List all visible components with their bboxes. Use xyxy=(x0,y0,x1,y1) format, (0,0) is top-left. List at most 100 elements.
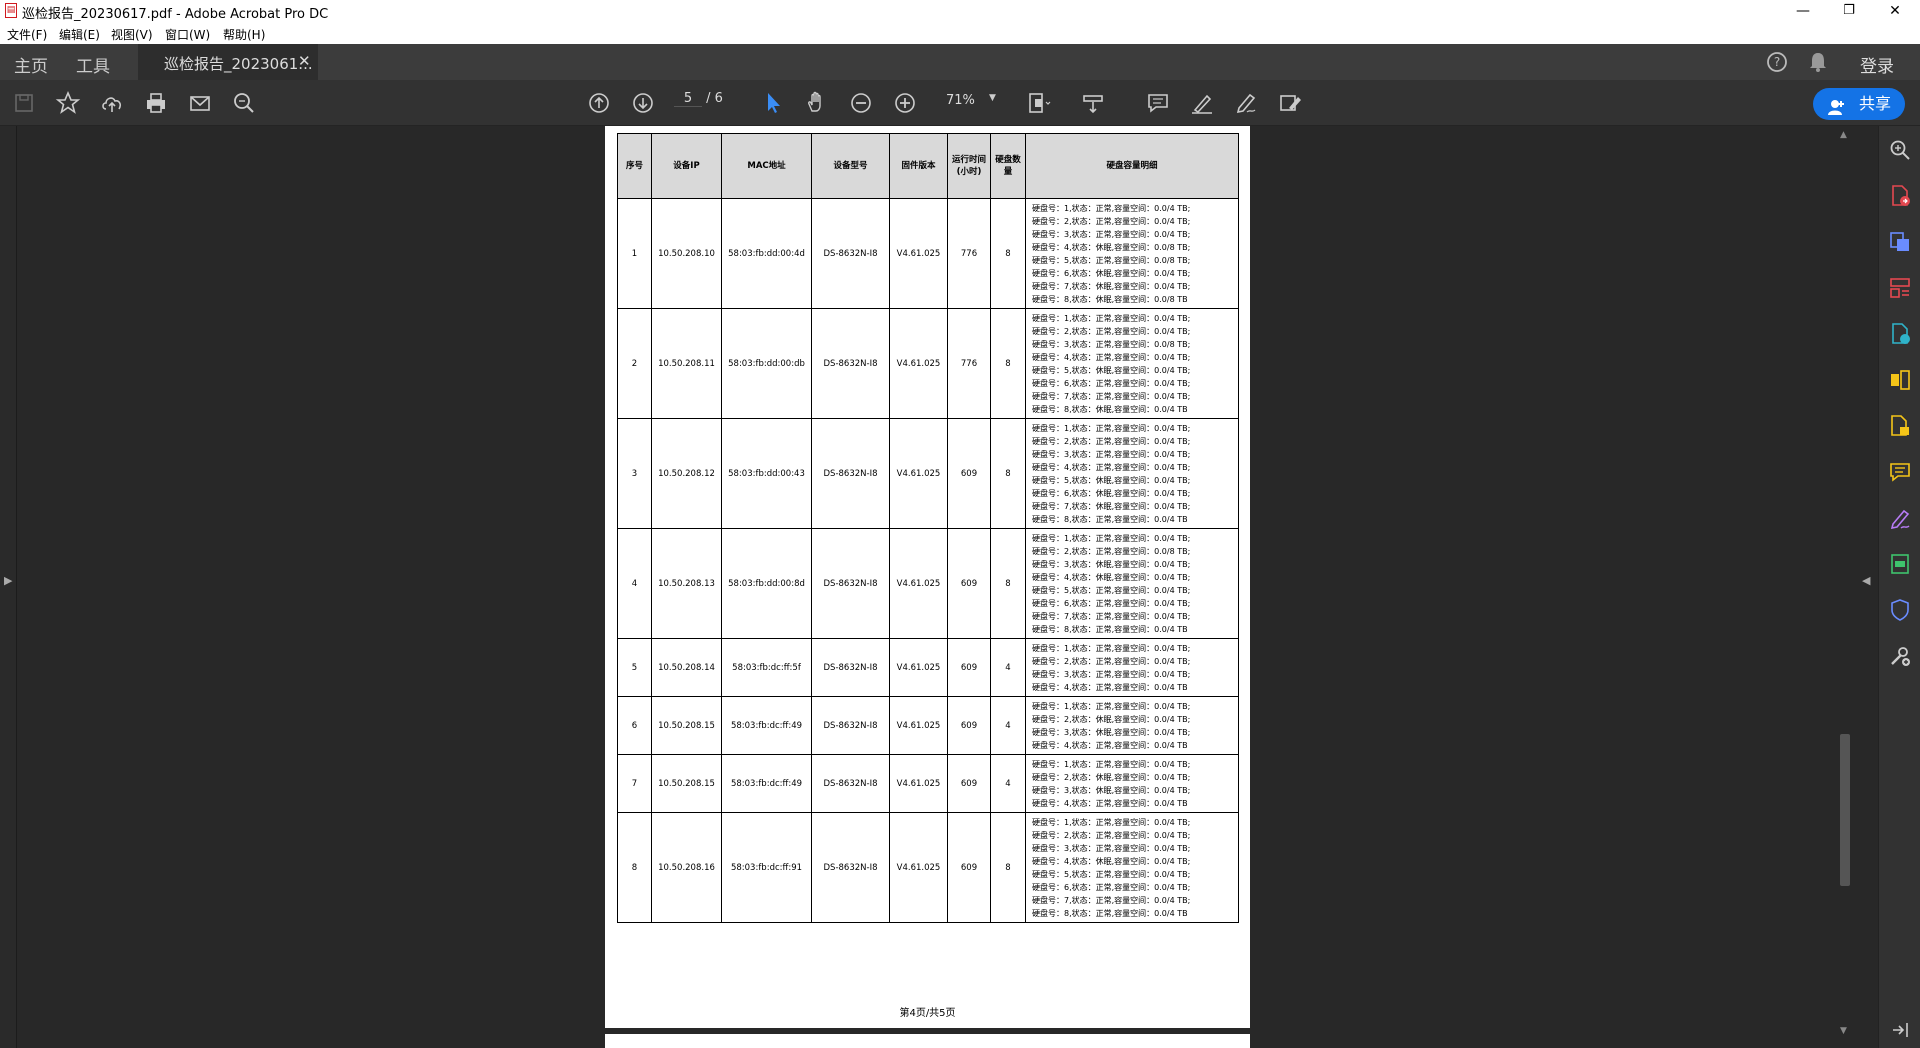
cell-no: 1 xyxy=(617,198,652,309)
disk-detail-line: 硬盘号：2,状态：正常,容量空间：0.0/4 TB; xyxy=(1032,326,1191,336)
title-bar: ▤ 巡检报告_20230617.pdf - Adobe Acrobat Pro … xyxy=(0,0,1920,22)
notification-bell-icon[interactable] xyxy=(1808,51,1828,78)
draw-tool-icon[interactable] xyxy=(1888,506,1912,530)
close-tab-icon[interactable]: ✕ xyxy=(298,52,311,70)
table-row: 5 10.50.208.14 58:03:fb:dc:ff:5f DS-8632N-I… xyxy=(617,638,1239,697)
cell-disk-detail: 硬盘号：1,状态：正常,容量空间：0.0/4 TB; 硬盘号：2,状态：正常,容量… xyxy=(1025,308,1239,419)
comment-tool-icon[interactable] xyxy=(1888,460,1912,484)
tab-home[interactable]: 主页 xyxy=(14,52,48,77)
next-pdf-page xyxy=(605,1034,1250,1048)
page-down-icon[interactable] xyxy=(630,90,658,116)
cell-uptime: 609 xyxy=(947,696,991,755)
cell-ip: 10.50.208.11 xyxy=(651,308,722,419)
scroll-down-arrow-icon[interactable]: ▼ xyxy=(1840,1026,1847,1036)
cell-no: 3 xyxy=(617,418,652,529)
cell-fw: V4.61.025 xyxy=(889,754,948,813)
cell-no: 6 xyxy=(617,696,652,755)
cell-uptime: 776 xyxy=(947,198,991,309)
highlight-pen-icon[interactable] xyxy=(1189,90,1217,116)
minimize-button[interactable]: — xyxy=(1780,0,1826,22)
combine-files-icon[interactable] xyxy=(1888,368,1912,392)
cell-mac: 58:03:fb:dd:00:43 xyxy=(721,418,812,529)
select-pointer-icon[interactable] xyxy=(760,90,788,116)
sign-icon[interactable] xyxy=(1233,90,1261,116)
cell-disk-detail: 硬盘号：1,状态：正常,容量空间：0.0/4 TB; 硬盘号：2,状态：正常,容量… xyxy=(1025,638,1239,697)
cell-disks: 8 xyxy=(990,308,1026,419)
disk-detail-line: 硬盘号：2,状态：正常,容量空间：0.0/8 TB; xyxy=(1032,546,1191,556)
cell-no: 2 xyxy=(617,308,652,419)
restore-button[interactable]: ❐ xyxy=(1826,0,1872,22)
create-pdf-icon[interactable] xyxy=(1888,230,1912,254)
page-layout-icon[interactable] xyxy=(1026,90,1054,116)
cell-ip: 10.50.208.16 xyxy=(651,812,722,923)
cell-ip: 10.50.208.12 xyxy=(651,418,722,529)
vertical-scrollbar[interactable]: ▲ ▼ xyxy=(1838,126,1852,1048)
close-window-button[interactable]: ✕ xyxy=(1872,0,1918,22)
organize-pages-icon[interactable] xyxy=(1888,276,1912,300)
menu-window[interactable]: 窗口(W) xyxy=(165,26,210,43)
table-row: 8 10.50.208.16 58:03:fb:dc:ff:91 DS-8632N-I… xyxy=(617,812,1239,923)
zoom-level-select[interactable]: 71% xyxy=(946,93,975,108)
print-production-icon[interactable] xyxy=(1888,552,1912,576)
bookmark-star-icon[interactable] xyxy=(55,90,83,116)
export-pdf-icon[interactable] xyxy=(1888,184,1912,208)
zoom-out-icon[interactable] xyxy=(848,90,876,116)
help-icon[interactable]: ? xyxy=(1766,51,1788,78)
disk-detail-line: 硬盘号：4,状态：休眠,容量空间：0.0/8 TB; xyxy=(1032,242,1191,252)
tab-tools[interactable]: 工具 xyxy=(76,52,110,77)
email-icon[interactable] xyxy=(187,90,215,116)
disk-detail-line: 硬盘号：2,状态：正常,容量空间：0.0/4 TB; xyxy=(1032,216,1191,226)
menu-view[interactable]: 视图(V) xyxy=(111,26,153,43)
cell-mac: 58:03:fb:dd:00:8d xyxy=(721,528,812,639)
page-number-field[interactable]: 5 / 6 xyxy=(674,91,723,107)
search-zoom-icon[interactable] xyxy=(231,90,259,116)
save-icon[interactable] xyxy=(11,90,39,116)
fill-sign-icon[interactable] xyxy=(1888,414,1912,438)
disk-detail-line: 硬盘号：8,状态：休眠,容量空间：0.0/4 TB xyxy=(1032,404,1188,414)
comment-icon[interactable] xyxy=(1145,90,1173,116)
menu-file[interactable]: 文件(F) xyxy=(7,26,47,43)
cell-model: DS-8632N-I8 xyxy=(811,696,890,755)
left-nav-pane[interactable]: ▶ xyxy=(0,126,17,1048)
page-up-icon[interactable] xyxy=(586,90,614,116)
disk-detail-line: 硬盘号：5,状态：休眠,容量空间：0.0/4 TB; xyxy=(1032,475,1191,485)
disk-detail-line: 硬盘号：4,状态：正常,容量空间：0.0/4 TB xyxy=(1032,682,1188,692)
disk-detail-line: 硬盘号：7,状态：正常,容量空间：0.0/4 TB; xyxy=(1032,391,1191,401)
search-icon[interactable] xyxy=(1888,138,1912,162)
collapse-right-pane-icon[interactable]: ◀ xyxy=(1862,574,1870,587)
disk-detail-line: 硬盘号：4,状态：休眠,容量空间：0.0/4 TB; xyxy=(1032,856,1191,866)
header-cell: 硬盘数量 xyxy=(990,133,1026,199)
hand-icon[interactable] xyxy=(804,90,832,116)
tab-document[interactable]: 巡检报告_2023061... ✕ xyxy=(138,44,318,80)
scrollbar-thumb[interactable] xyxy=(1840,734,1850,886)
expand-left-pane-icon[interactable]: ▶ xyxy=(4,574,12,587)
scroll-up-arrow-icon[interactable]: ▲ xyxy=(1840,130,1847,140)
menu-help[interactable]: 帮助(H) xyxy=(223,26,265,43)
disk-detail-line: 硬盘号：6,状态：休眠,容量空间：0.0/4 TB; xyxy=(1032,268,1191,278)
sign-in-link[interactable]: 登录 xyxy=(1860,52,1894,77)
cell-mac: 58:03:fb:dc:ff:49 xyxy=(721,754,812,813)
zoom-dropdown-chevron-icon[interactable]: ▼ xyxy=(989,93,996,103)
redact-icon[interactable] xyxy=(1277,90,1305,116)
edit-pdf-icon[interactable] xyxy=(1888,322,1912,346)
collapse-tools-panel-icon[interactable] xyxy=(1888,1018,1912,1042)
header-cell: 固件版本 xyxy=(889,133,948,199)
zoom-in-icon[interactable] xyxy=(892,90,920,116)
cell-disk-detail: 硬盘号：1,状态：正常,容量空间：0.0/4 TB; 硬盘号：2,状态：休眠,容量… xyxy=(1025,696,1239,755)
protect-icon[interactable] xyxy=(1888,598,1912,622)
scroll-mode-icon[interactable] xyxy=(1080,90,1108,116)
more-tools-icon[interactable] xyxy=(1888,644,1912,668)
page-footer: 第4页/共5页 xyxy=(899,1008,956,1019)
cell-model: DS-8632N-I8 xyxy=(811,418,890,529)
disk-detail-line: 硬盘号：6,状态：正常,容量空间：0.0/4 TB; xyxy=(1032,598,1191,608)
upload-cloud-icon[interactable] xyxy=(99,90,127,116)
print-icon[interactable] xyxy=(143,90,171,116)
header-cell: MAC地址 xyxy=(721,133,812,199)
disk-detail-line: 硬盘号：8,状态：正常,容量空间：0.0/4 TB xyxy=(1032,908,1188,918)
share-button[interactable]: 共享 xyxy=(1813,88,1905,120)
cell-uptime: 776 xyxy=(947,308,991,419)
cell-disks: 4 xyxy=(990,696,1026,755)
menu-edit[interactable]: 编辑(E) xyxy=(59,26,100,43)
svg-text:?: ? xyxy=(1774,55,1780,69)
current-page-input[interactable]: 5 xyxy=(674,91,702,107)
